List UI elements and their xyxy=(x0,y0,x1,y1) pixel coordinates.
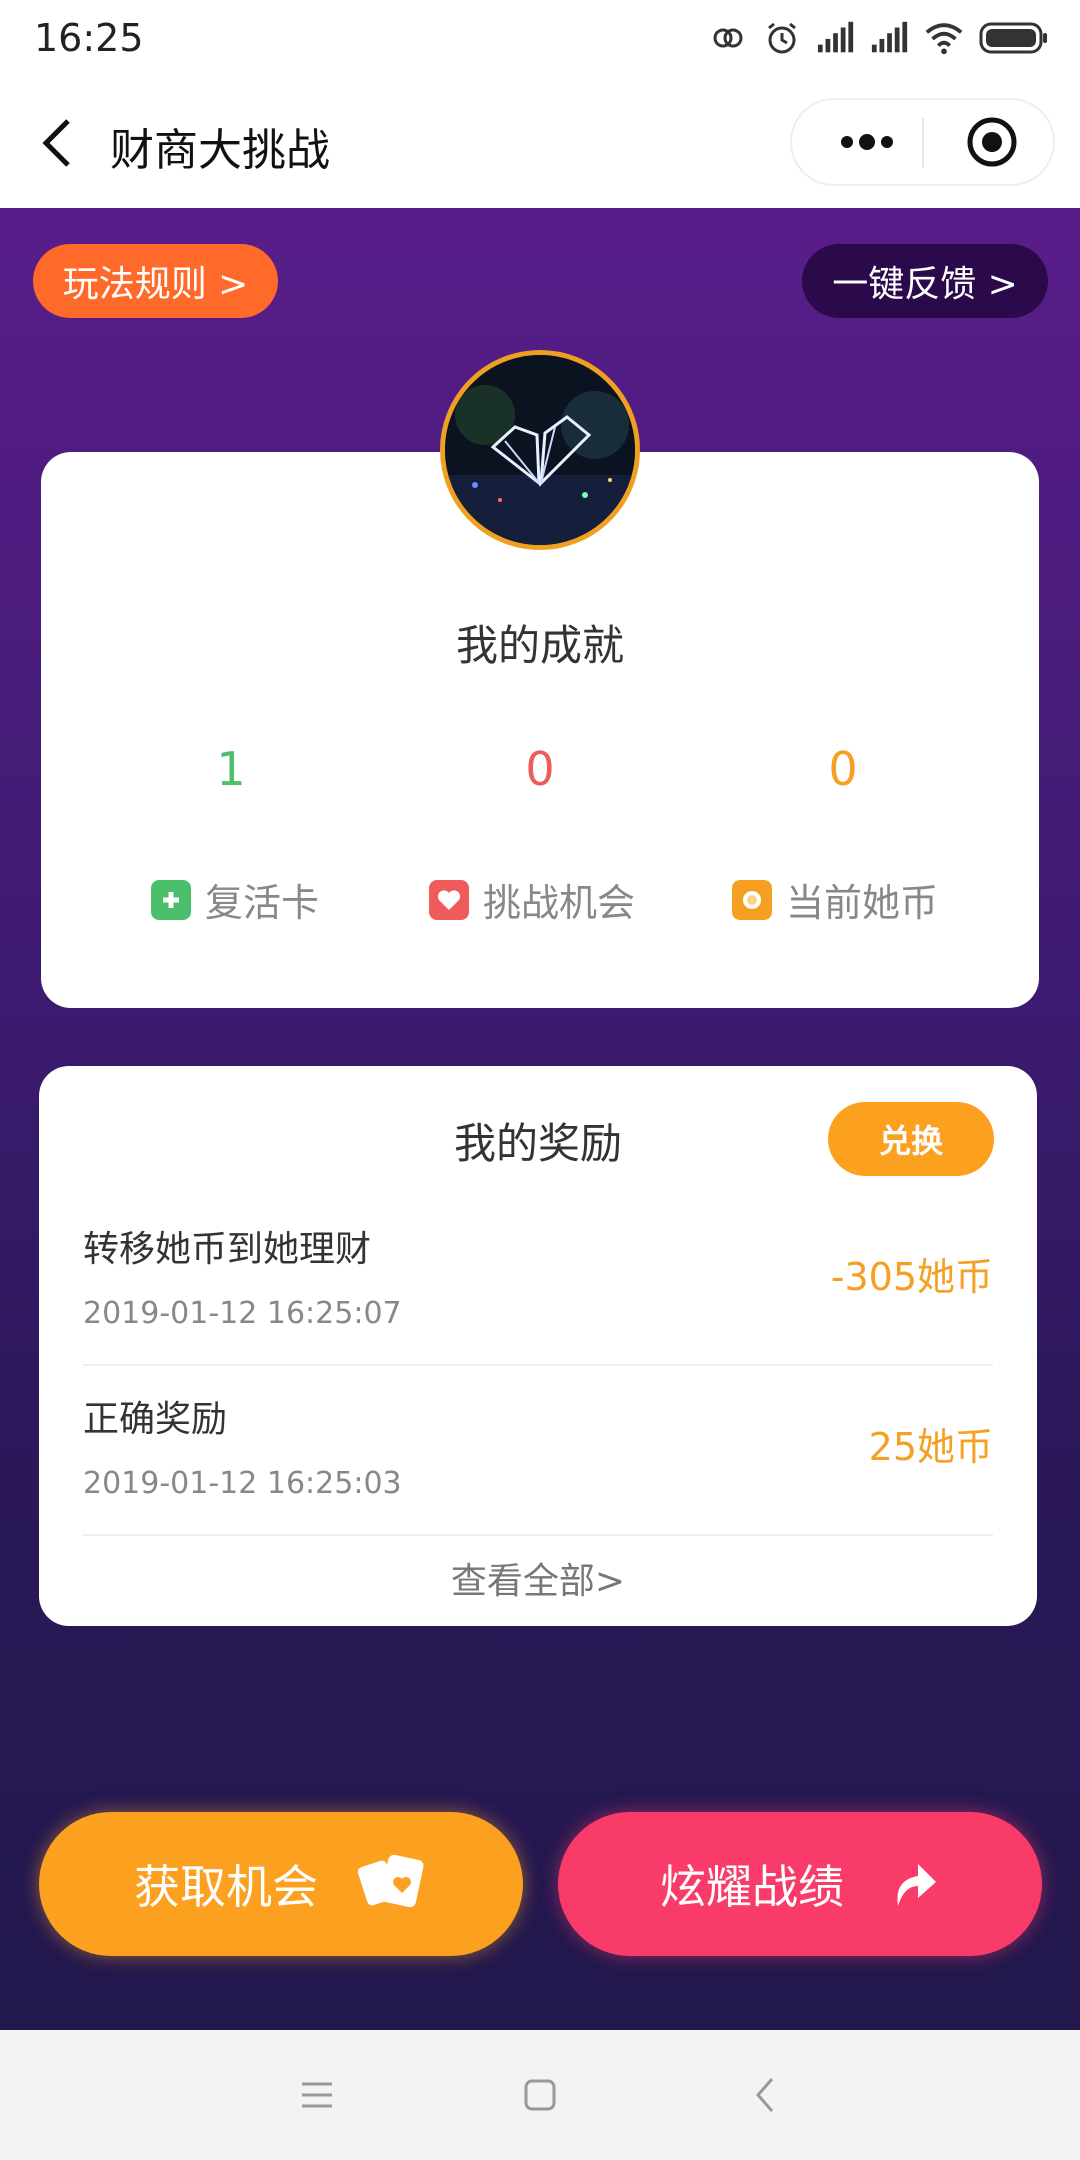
feedback-button[interactable]: 一键反馈 > xyxy=(802,244,1048,318)
signal-icon xyxy=(816,18,856,58)
home-square-icon xyxy=(524,2079,556,2111)
reward-time: 2019-01-12 16:25:03 xyxy=(83,1466,402,1501)
coin-icon xyxy=(732,879,772,920)
rules-button[interactable]: 玩法规则 > xyxy=(33,244,278,318)
revive-card-label: 复活卡 xyxy=(205,881,320,925)
home-button[interactable] xyxy=(515,2070,565,2120)
battery-icon xyxy=(978,18,1050,58)
show-off-label: 炫耀战绩 xyxy=(660,1860,844,1914)
reward-row: 正确奖励 2019-01-12 16:25:03 25她币 xyxy=(83,1366,993,1536)
challenge-chance-stat: 挑战机会 xyxy=(429,872,635,927)
rewards-card: 我的奖励 兑换 转移她币到她理财 2019-01-12 16:25:07 -30… xyxy=(39,1066,1037,1626)
reward-name: 转移她币到她理财 xyxy=(83,1229,372,1270)
system-nav-bar xyxy=(0,2030,1080,2160)
plus-icon xyxy=(151,879,191,920)
cards-icon xyxy=(358,1854,424,1908)
menu-icon xyxy=(302,2082,332,2108)
heart-icon xyxy=(429,879,469,920)
avatar-image xyxy=(445,355,635,545)
target-icon xyxy=(967,117,1017,167)
coin-stat: 当前她币 xyxy=(732,872,938,927)
page-title: 财商大挑战 xyxy=(110,125,330,176)
close-mini-program-button[interactable] xyxy=(952,114,1032,170)
challenge-chance-count: 0 xyxy=(525,742,555,796)
link-icon xyxy=(708,18,748,58)
challenge-chance-label: 挑战机会 xyxy=(483,881,636,925)
get-chance-button[interactable]: 获取机会 xyxy=(39,1812,523,1956)
more-button[interactable] xyxy=(822,114,912,170)
system-back-icon xyxy=(756,2078,774,2112)
back-arrow-icon xyxy=(42,119,70,167)
status-icons xyxy=(708,18,1050,58)
coin-count: 0 xyxy=(828,742,858,796)
show-off-button[interactable]: 炫耀战绩 xyxy=(558,1812,1042,1956)
menu-button[interactable] xyxy=(292,2070,342,2120)
mini-program-capsule xyxy=(790,98,1055,186)
status-bar: 16:25 xyxy=(0,0,1080,78)
reward-row: 转移她币到她理财 2019-01-12 16:25:07 -305她币 xyxy=(83,1196,993,1366)
more-dots-icon xyxy=(841,134,893,150)
revive-card-count: 1 xyxy=(216,742,246,796)
alarm-icon xyxy=(762,18,802,58)
main-content: 玩法规则 > 一键反馈 > 我的成就 1 0 0 复活卡 挑战机会 当前她币 我… xyxy=(0,208,1080,2030)
avatar xyxy=(440,350,640,550)
reward-amount: 25她币 xyxy=(868,1425,993,1469)
nav-bar: 财商大挑战 xyxy=(0,78,1080,208)
reward-time: 2019-01-12 16:25:07 xyxy=(83,1296,402,1331)
signal-icon-2 xyxy=(870,18,910,58)
system-back-button[interactable] xyxy=(742,2070,792,2120)
capsule-divider xyxy=(922,118,924,168)
achievement-title: 我的成就 xyxy=(455,621,624,670)
exchange-button[interactable]: 兑换 xyxy=(828,1102,994,1176)
view-all-link[interactable]: 查看全部> xyxy=(39,1552,1037,1604)
back-button[interactable] xyxy=(28,108,88,178)
wifi-icon xyxy=(924,18,964,58)
reward-amount: -305她币 xyxy=(830,1255,993,1299)
coin-label: 当前她币 xyxy=(786,881,939,925)
status-time: 16:25 xyxy=(34,16,144,60)
revive-card-stat: 复活卡 xyxy=(151,872,319,927)
share-arrow-icon xyxy=(897,1864,936,1906)
get-chance-label: 获取机会 xyxy=(134,1860,318,1914)
reward-name: 正确奖励 xyxy=(83,1399,228,1440)
